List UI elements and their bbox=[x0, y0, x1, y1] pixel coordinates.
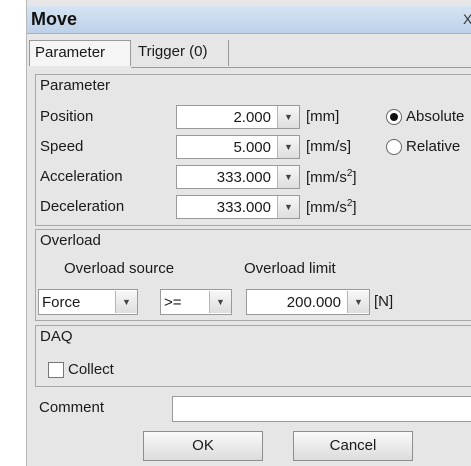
deceleration-value: 333.000 bbox=[216, 198, 271, 216]
overload-source-select[interactable]: Force ▼ bbox=[38, 289, 138, 315]
window-title: Move bbox=[31, 9, 78, 29]
chevron-down-icon[interactable]: ▼ bbox=[277, 196, 299, 218]
speed-value: 5.000 bbox=[233, 138, 271, 156]
acceleration-label: Acceleration bbox=[40, 168, 123, 185]
cancel-button[interactable]: Cancel bbox=[293, 431, 413, 461]
position-field[interactable]: 2.000 ▼ bbox=[176, 105, 300, 129]
tab-divider bbox=[131, 67, 471, 68]
position-value: 2.000 bbox=[233, 108, 271, 126]
tab-bar: Parameter Trigger (0) bbox=[27, 38, 471, 68]
acceleration-value: 333.000 bbox=[216, 168, 271, 186]
overload-source-value: Force bbox=[42, 293, 81, 311]
chevron-down-icon[interactable]: ▼ bbox=[347, 291, 369, 313]
overload-limit-field[interactable]: 200.000 ▼ bbox=[246, 289, 370, 315]
overload-section-title: Overload bbox=[40, 232, 101, 249]
overload-operator-select[interactable]: >= ▼ bbox=[160, 289, 232, 315]
comment-label: Comment bbox=[39, 399, 105, 416]
deceleration-field[interactable]: 333.000 ▼ bbox=[176, 195, 300, 219]
chevron-down-icon[interactable]: ▼ bbox=[277, 136, 299, 158]
chevron-down-icon[interactable]: ▼ bbox=[277, 166, 299, 188]
title-bar: Move X bbox=[27, 6, 471, 34]
chevron-down-icon[interactable]: ▼ bbox=[277, 106, 299, 128]
speed-field[interactable]: 5.000 ▼ bbox=[176, 135, 300, 159]
overload-section: Overload Overload source Overload limit … bbox=[35, 229, 471, 321]
speed-unit: [mm/s] bbox=[306, 138, 351, 155]
tab-parameter[interactable]: Parameter bbox=[29, 40, 131, 66]
move-dialog: Move X Parameter Trigger (0) Parameter P… bbox=[26, 0, 471, 466]
deceleration-unit: [mm/s2] bbox=[306, 198, 357, 216]
position-label: Position bbox=[40, 108, 94, 125]
overload-limit-label: Overload limit bbox=[244, 260, 336, 277]
chevron-down-icon[interactable]: ▼ bbox=[115, 291, 137, 313]
collect-checkbox[interactable] bbox=[48, 362, 64, 378]
absolute-radio[interactable] bbox=[386, 109, 402, 125]
relative-radio[interactable] bbox=[386, 139, 402, 155]
parameter-section-title: Parameter bbox=[40, 77, 111, 94]
overload-source-label: Overload source bbox=[64, 260, 175, 277]
speed-label: Speed bbox=[40, 138, 84, 155]
daq-section-title: DAQ bbox=[40, 328, 73, 345]
ok-button[interactable]: OK bbox=[143, 431, 263, 461]
acceleration-field[interactable]: 333.000 ▼ bbox=[176, 165, 300, 189]
deceleration-label: Deceleration bbox=[40, 198, 125, 215]
overload-limit-value: 200.000 bbox=[286, 293, 341, 311]
acceleration-unit: [mm/s2] bbox=[306, 168, 357, 186]
comment-input[interactable] bbox=[172, 396, 471, 422]
daq-section: DAQ Collect bbox=[35, 325, 471, 387]
position-unit: [mm] bbox=[306, 108, 340, 125]
parameter-section: Parameter Position 2.000 ▼ [mm] Speed 5.… bbox=[35, 74, 471, 226]
collect-label: Collect bbox=[68, 361, 114, 378]
relative-label: Relative bbox=[406, 138, 461, 155]
chevron-down-icon[interactable]: ▼ bbox=[209, 291, 231, 313]
close-icon[interactable]: X bbox=[463, 11, 471, 27]
absolute-label: Absolute bbox=[406, 108, 465, 125]
overload-limit-unit: [N] bbox=[374, 293, 394, 310]
tab-trigger[interactable]: Trigger (0) bbox=[133, 40, 229, 66]
overload-operator-value: >= bbox=[164, 293, 182, 311]
